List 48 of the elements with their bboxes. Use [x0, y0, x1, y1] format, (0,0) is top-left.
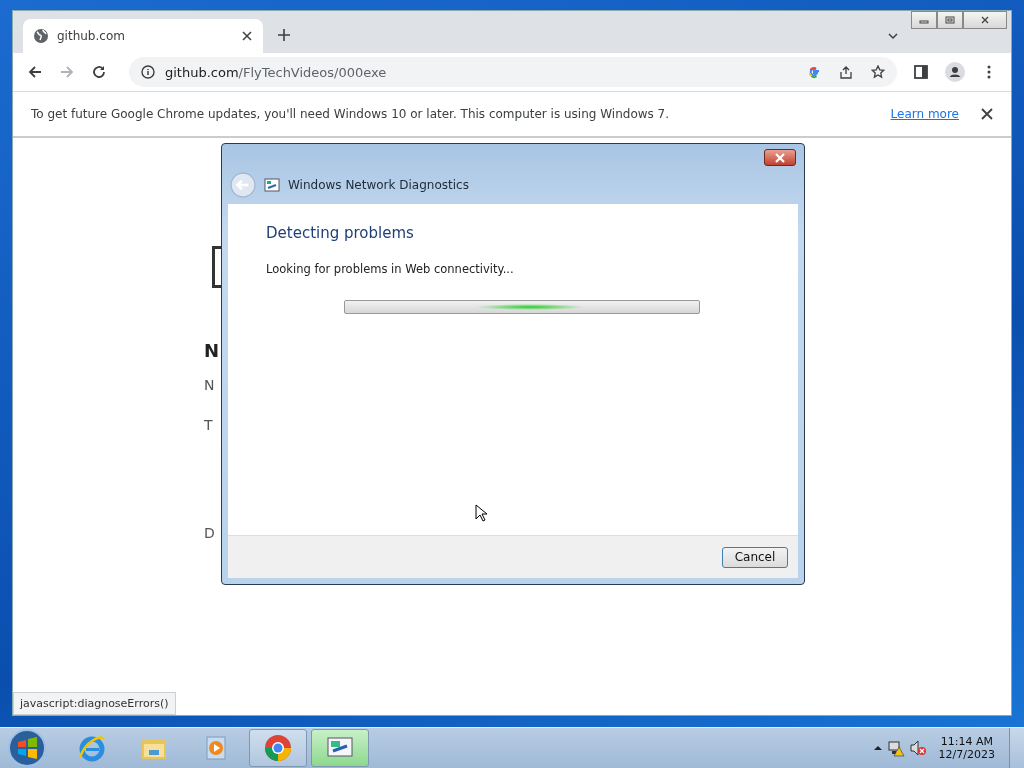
page-text-fragment: T [204, 417, 214, 433]
page-text-fragment: D [204, 525, 216, 541]
star-icon[interactable] [871, 65, 885, 79]
chrome-logo-icon [263, 733, 293, 763]
close-icon[interactable] [981, 108, 993, 120]
google-g-icon[interactable] [807, 65, 821, 79]
status-url: javascript:diagnoseErrors() [13, 692, 176, 715]
globe-icon [33, 28, 49, 44]
taskbar-button[interactable] [249, 729, 307, 767]
clock-time: 11:14 AM [940, 735, 993, 748]
dialog-title: Windows Network Diagnostics [288, 178, 469, 192]
mouse-cursor-icon [475, 504, 487, 522]
restore-icon [945, 16, 955, 24]
clock-date: 12/7/2023 [938, 748, 995, 761]
reload-icon[interactable] [91, 64, 107, 80]
profile-avatar-icon[interactable] [945, 62, 965, 82]
info-icon [141, 65, 155, 79]
start-button-icon[interactable] [7, 728, 47, 768]
network-warning-icon[interactable] [886, 739, 905, 757]
network-diagnostics-icon [264, 178, 280, 192]
e-logo-icon [77, 733, 107, 763]
new-tab-icon[interactable] [277, 28, 291, 42]
dialog-close-button[interactable] [764, 149, 796, 166]
url-text: github.com/FlyTechVideos/000exe [165, 64, 387, 80]
page-heading-fragment: N [204, 340, 220, 361]
taskbar-button[interactable] [311, 729, 369, 767]
chevron-down-icon[interactable] [887, 30, 899, 42]
tab-title: github.com [57, 29, 126, 43]
page-text-fragment: N [204, 377, 216, 393]
caret-up-icon[interactable] [872, 743, 883, 753]
close-icon[interactable] [241, 30, 253, 42]
browser-tab[interactable]: github.com [23, 19, 263, 53]
share-icon[interactable] [839, 65, 853, 79]
muted-speaker-icon[interactable] [908, 739, 927, 757]
dialog-message: Looking for problems in Web connectivity... [266, 262, 515, 276]
back-arrow-icon[interactable] [27, 64, 43, 80]
learn-more-link[interactable]: Learn more [890, 107, 959, 121]
side-panel-icon[interactable] [913, 64, 929, 80]
close-icon [980, 16, 990, 24]
dialog-heading: Detecting problems [266, 224, 415, 242]
minimize-button[interactable] [911, 11, 937, 29]
clock[interactable]: 11:14 AM 12/7/2023 [938, 735, 995, 761]
close-icon [774, 152, 786, 163]
address-bar[interactable]: github.com/FlyTechVideos/000exe [129, 57, 897, 87]
restore-button[interactable] [937, 11, 963, 29]
window-close-button[interactable] [963, 11, 1007, 29]
infobar-message: To get future Google Chrome updates, you'll need Windows 10 or later. This computer is using Windows 7. [31, 107, 670, 121]
cancel-button[interactable]: Cancel [722, 546, 788, 568]
